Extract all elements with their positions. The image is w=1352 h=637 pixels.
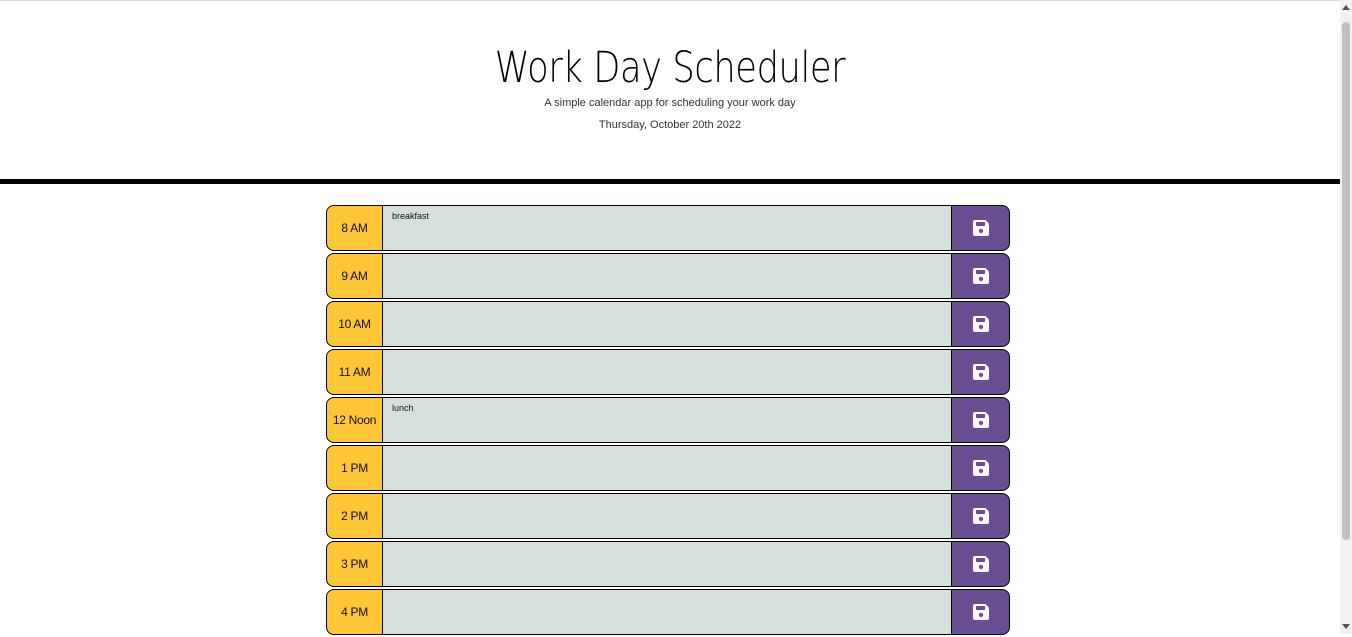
save-button[interactable] — [952, 397, 1010, 443]
event-description-input[interactable] — [382, 253, 952, 299]
scroll-up-arrow-icon[interactable] — [1342, 5, 1350, 10]
page-subtitle: A simple calendar app for scheduling you… — [544, 97, 796, 109]
schedule-list: 8 AM breakfast 9 AM 10 AM 11 AM 12 Noon lunch 1… — [326, 205, 1010, 637]
time-block-row: 3 PM — [326, 541, 1010, 588]
header-divider — [0, 179, 1340, 184]
time-block-row: 2 PM — [326, 493, 1010, 540]
current-date: Thursday, October 20th 2022 — [598, 119, 742, 131]
time-block-row: 1 PM — [326, 445, 1010, 492]
hour-label: 4 PM — [326, 589, 382, 635]
floppy-disk-icon — [972, 604, 989, 620]
hour-label: 11 AM — [326, 349, 382, 395]
save-button[interactable] — [952, 589, 1010, 635]
page-title: Work Day Scheduler — [494, 43, 846, 93]
save-button[interactable] — [952, 205, 1010, 251]
hour-label: 2 PM — [326, 493, 382, 539]
event-description-input[interactable]: lunch — [382, 397, 952, 443]
save-button[interactable] — [952, 445, 1010, 491]
time-block-row: 4 PM — [326, 589, 1010, 636]
time-block-row: 11 AM — [326, 349, 1010, 396]
scrollbar-thumb[interactable] — [1342, 22, 1350, 540]
time-block-row: 8 AM breakfast — [326, 205, 1010, 252]
floppy-disk-icon — [972, 412, 989, 428]
vertical-scrollbar[interactable] — [1340, 0, 1352, 634]
save-button[interactable] — [952, 253, 1010, 299]
event-description-input[interactable]: breakfast — [382, 205, 952, 251]
event-description-input[interactable] — [382, 301, 952, 347]
save-button[interactable] — [952, 301, 1010, 347]
floppy-disk-icon — [972, 556, 989, 572]
hour-label: 8 AM — [326, 205, 382, 251]
save-button[interactable] — [952, 541, 1010, 587]
time-block-row: 9 AM — [326, 253, 1010, 300]
hour-label: 10 AM — [326, 301, 382, 347]
header: Work Day Scheduler A simple calendar app… — [0, 1, 1340, 179]
event-description-input[interactable] — [382, 349, 952, 395]
event-description-input[interactable] — [382, 541, 952, 587]
time-block-row: 10 AM — [326, 301, 1010, 348]
hour-label: 1 PM — [326, 445, 382, 491]
save-button[interactable] — [952, 349, 1010, 395]
hour-label: 3 PM — [326, 541, 382, 587]
floppy-disk-icon — [972, 268, 989, 284]
floppy-disk-icon — [972, 220, 989, 236]
event-description-input[interactable] — [382, 589, 952, 635]
floppy-disk-icon — [972, 460, 989, 476]
event-description-input[interactable] — [382, 445, 952, 491]
event-description-input[interactable] — [382, 493, 952, 539]
floppy-disk-icon — [972, 316, 989, 332]
floppy-disk-icon — [972, 508, 989, 524]
scroll-down-arrow-icon[interactable] — [1342, 624, 1350, 629]
hour-label: 9 AM — [326, 253, 382, 299]
time-block-row: 12 Noon lunch — [326, 397, 1010, 444]
save-button[interactable] — [952, 493, 1010, 539]
hour-label: 12 Noon — [326, 397, 382, 443]
floppy-disk-icon — [972, 364, 989, 380]
